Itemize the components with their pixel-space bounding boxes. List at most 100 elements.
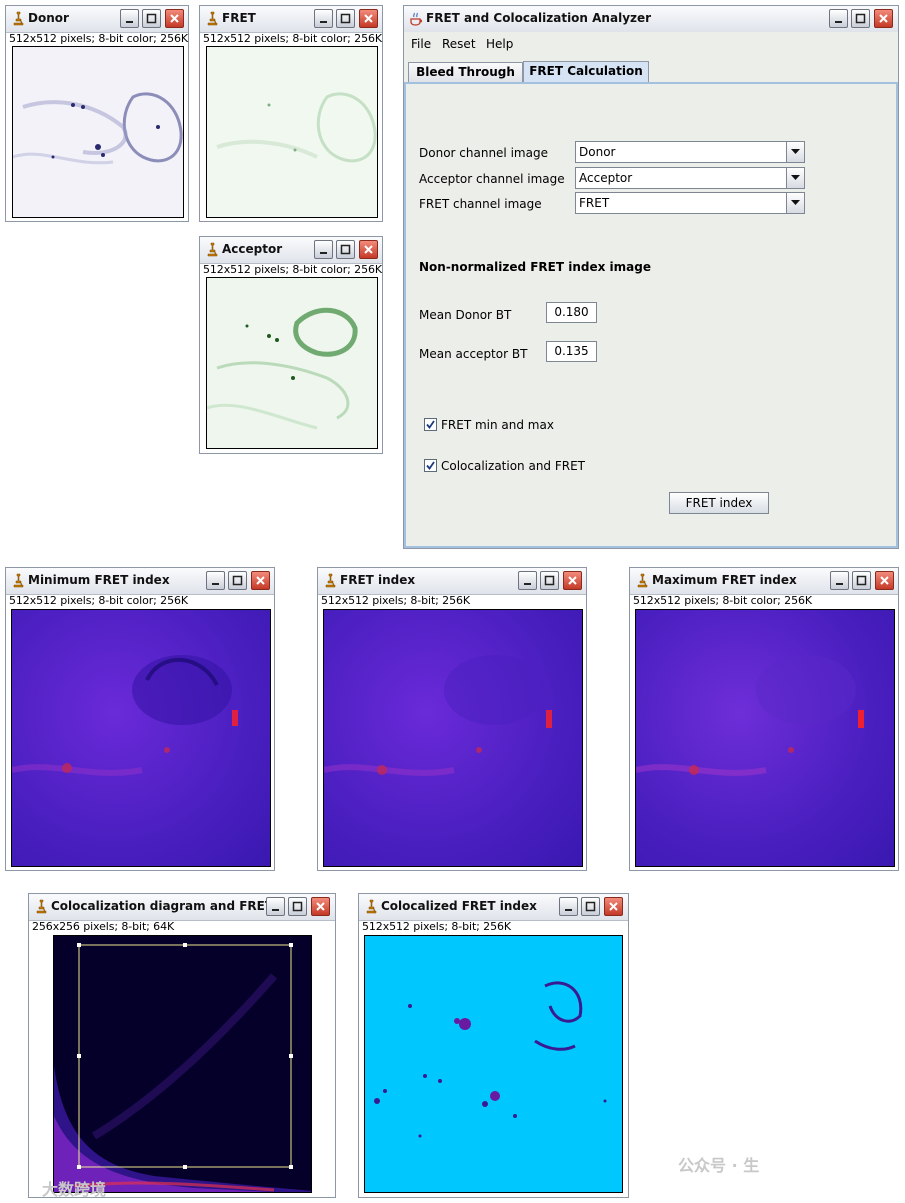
watermark-left: 大数跨境	[42, 1180, 107, 1199]
max-fret-titlebar[interactable]: Maximum FRET index	[630, 568, 898, 595]
max-fret-image[interactable]	[635, 609, 895, 867]
fret-min-max-checkbox[interactable]	[424, 418, 437, 431]
tab-bleed-through[interactable]: Bleed Through	[408, 62, 523, 82]
maximize-button[interactable]	[288, 897, 307, 916]
donor-image[interactable]	[12, 46, 184, 218]
maximize-button[interactable]	[852, 571, 871, 590]
fret-calculation-panel: Donor channel image Donor Acceptor chann…	[404, 82, 898, 548]
analyzer-titlebar[interactable]: FRET and Colocalization Analyzer	[404, 6, 898, 33]
fret-channel-value: FRET	[579, 196, 610, 210]
close-button[interactable]	[359, 240, 378, 259]
image-info: 512x512 pixels; 8-bit color; 256K	[9, 594, 188, 607]
min-fret-image-content	[12, 655, 238, 776]
window-title: Minimum FRET index	[28, 573, 170, 587]
min-fret-image[interactable]	[11, 609, 271, 867]
minimize-button[interactable]	[120, 9, 139, 28]
menu-reset[interactable]: Reset	[442, 37, 476, 51]
acceptor-titlebar[interactable]: Acceptor	[200, 237, 382, 264]
minimize-button[interactable]	[266, 897, 285, 916]
image-info: 512x512 pixels; 8-bit; 256K	[362, 920, 511, 933]
selection-roi[interactable]	[78, 944, 292, 1168]
min-fret-window[interactable]: Minimum FRET index 512x512 pixels; 8-bit…	[5, 567, 275, 871]
chevron-down-icon	[791, 149, 800, 154]
minimize-button[interactable]	[314, 240, 333, 259]
microscope-icon	[637, 573, 648, 588]
fret-min-max-label: FRET min and max	[441, 418, 554, 432]
donor-channel-select[interactable]: Donor	[575, 141, 805, 163]
colocalization-fret-checkbox[interactable]	[424, 459, 437, 472]
microscope-icon	[366, 899, 377, 914]
minimize-button[interactable]	[829, 9, 848, 28]
chevron-down-icon	[791, 175, 800, 180]
close-button[interactable]	[165, 9, 184, 28]
menu-help[interactable]: Help	[486, 37, 513, 51]
minimize-button[interactable]	[830, 571, 849, 590]
window-title: Maximum FRET index	[652, 573, 797, 587]
fret-titlebar[interactable]: FRET	[200, 6, 382, 33]
microscope-icon	[13, 11, 24, 26]
coloc-fret-image[interactable]	[364, 935, 623, 1193]
maximize-button[interactable]	[336, 240, 355, 259]
maximize-button[interactable]	[336, 9, 355, 28]
coloc-diagram-window[interactable]: Colocalization diagram and FRET 256x256 …	[28, 893, 336, 1198]
colocalization-fret-label: Colocalization and FRET	[441, 459, 586, 473]
image-info: 512x512 pixels; 8-bit color; 256K	[9, 32, 188, 45]
max-fret-window[interactable]: Maximum FRET index 512x512 pixels; 8-bit…	[629, 567, 899, 871]
minimize-icon	[272, 909, 279, 911]
fret-image[interactable]	[206, 46, 378, 218]
maximize-icon	[340, 244, 351, 255]
acceptor-window[interactable]: Acceptor 512x512 pixels; 8-bit color; 25…	[199, 236, 383, 454]
maximize-button[interactable]	[851, 9, 870, 28]
close-button[interactable]	[604, 897, 623, 916]
tab-fret-calculation[interactable]: FRET Calculation	[523, 61, 649, 83]
mean-donor-label: Mean Donor BT	[419, 308, 512, 322]
minimize-button[interactable]	[559, 897, 578, 916]
maximize-button[interactable]	[228, 571, 247, 590]
close-button[interactable]	[359, 9, 378, 28]
minimize-button[interactable]	[518, 571, 537, 590]
menubar: File Reset Help	[404, 32, 898, 56]
close-button[interactable]	[311, 897, 330, 916]
close-button[interactable]	[563, 571, 582, 590]
coloc-fret-titlebar[interactable]: Colocalized FRET index	[359, 894, 628, 921]
analyzer-window[interactable]: FRET and Colocalization Analyzer File Re…	[403, 5, 899, 549]
section-title: Non-normalized FRET index image	[419, 260, 651, 274]
acceptor-channel-value: Acceptor	[579, 171, 633, 185]
window-title: FRET index	[340, 573, 416, 587]
minimize-icon	[565, 909, 572, 911]
close-button[interactable]	[874, 9, 893, 28]
mean-acceptor-field[interactable]: 0.135	[546, 341, 597, 362]
close-icon	[256, 576, 265, 585]
close-button[interactable]	[251, 571, 270, 590]
dropdown-arrow[interactable]	[786, 193, 804, 213]
dropdown-arrow[interactable]	[786, 142, 804, 162]
dropdown-arrow[interactable]	[786, 168, 804, 188]
donor-window[interactable]: Donor 512x512 pixels; 8-bit color; 256K	[5, 5, 189, 222]
menu-file[interactable]: File	[411, 37, 431, 51]
maximize-button[interactable]	[581, 897, 600, 916]
mean-donor-field[interactable]: 0.180	[546, 302, 597, 323]
acceptor-image[interactable]	[206, 277, 378, 449]
coloc-fret-window[interactable]: Colocalized FRET index 512x512 pixels; 8…	[358, 893, 629, 1198]
java-cup-icon	[410, 12, 423, 26]
maximize-button[interactable]	[540, 571, 559, 590]
fret-index-titlebar[interactable]: FRET index	[318, 568, 586, 595]
min-fret-titlebar[interactable]: Minimum FRET index	[6, 568, 274, 595]
fret-channel-select[interactable]: FRET	[575, 192, 805, 214]
fret-index-image[interactable]	[323, 609, 583, 867]
donor-titlebar[interactable]: Donor	[6, 6, 188, 33]
close-button[interactable]	[875, 571, 894, 590]
coloc-diagram-titlebar[interactable]: Colocalization diagram and FRET	[29, 894, 335, 921]
minimize-icon	[836, 583, 843, 585]
minimize-button[interactable]	[314, 9, 333, 28]
maximize-icon	[232, 575, 243, 586]
mean-acceptor-label: Mean acceptor BT	[419, 347, 528, 361]
close-icon	[609, 902, 618, 911]
coloc-diagram-image[interactable]	[53, 935, 312, 1193]
maximize-button[interactable]	[142, 9, 161, 28]
minimize-button[interactable]	[206, 571, 225, 590]
fret-index-button[interactable]: FRET index	[669, 492, 769, 514]
acceptor-channel-select[interactable]: Acceptor	[575, 167, 805, 189]
fret-index-window[interactable]: FRET index 512x512 pixels; 8-bit; 256K	[317, 567, 587, 871]
fret-window[interactable]: FRET 512x512 pixels; 8-bit color; 256K	[199, 5, 383, 222]
